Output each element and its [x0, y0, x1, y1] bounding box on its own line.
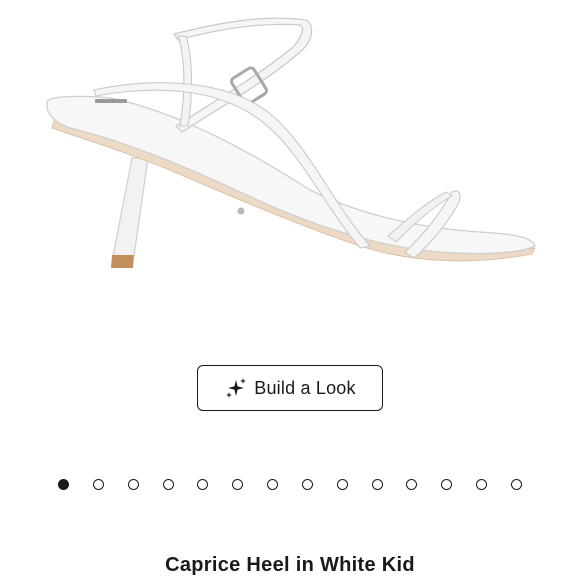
insole-brand-mark: [95, 99, 127, 103]
carousel-dot[interactable]: [301, 478, 313, 490]
carousel-pagination: [58, 476, 522, 492]
product-image: [46, 17, 536, 268]
carousel-dot[interactable]: [127, 478, 139, 490]
carousel-dot[interactable]: [162, 478, 174, 490]
carousel-dot[interactable]: [371, 478, 383, 490]
carousel-dot[interactable]: [406, 478, 418, 490]
carousel-dot[interactable]: [510, 478, 522, 490]
ankle-strap: [173, 17, 313, 133]
sparkle-icon: [226, 378, 247, 398]
shoe-heel: [112, 157, 149, 257]
heel-strap: [177, 35, 193, 127]
carousel-dot[interactable]: [336, 478, 348, 490]
shoe-heel-tip: [111, 255, 134, 268]
heel-logo: [237, 207, 245, 215]
carousel-dot[interactable]: [267, 478, 279, 490]
carousel-dot[interactable]: [58, 478, 69, 490]
carousel-dot[interactable]: [232, 478, 244, 490]
build-a-look-label: Build a Look: [254, 377, 356, 398]
carousel-dot[interactable]: [476, 478, 488, 490]
build-a-look-button[interactable]: Build a Look: [197, 365, 383, 411]
carousel-dot[interactable]: [197, 478, 209, 490]
carousel-dot[interactable]: [441, 478, 453, 490]
product-title: Caprice Heel in White Kid: [165, 554, 415, 576]
product-page: Build a Look Caprice Heel in White Kid: [0, 0, 580, 580]
carousel-dot[interactable]: [92, 478, 104, 490]
